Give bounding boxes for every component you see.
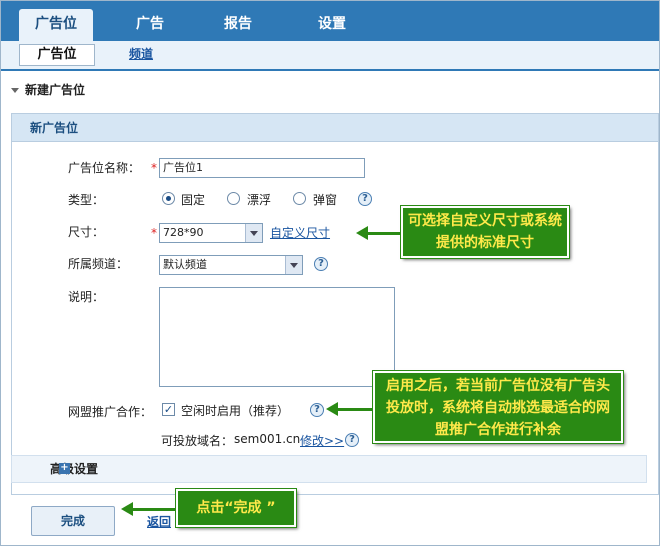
size-callout: 可选择自定义尺寸或系统提供的标准尺寸 [400,205,570,259]
domain-label: 可投放域名： [161,434,234,448]
type-help-icon[interactable]: ? [358,192,372,206]
advanced-settings-bar[interactable]: 高级设置 [11,455,647,483]
subtab-channels[interactable]: 频道 [113,44,169,66]
size-label: 尺寸： [68,225,105,239]
done-button[interactable]: 完成 [31,506,115,536]
app-frame: 广告位 广告 报告 设置 广告位 频道 新建广告位 新广告位 广告位名称： * … [0,0,660,546]
name-required-mark: * [151,161,157,175]
union-checkbox-label: 空闲时启用（推荐） [181,404,290,418]
union-callout: 启用之后，若当前广告位没有广告头投放时，系统将自动挑选最适合的网盟推广合作进行补… [372,370,624,444]
back-link[interactable]: 返回 [147,513,171,530]
expand-plus-icon[interactable]: + [59,463,70,474]
type-option-popup: 弹窗 [313,193,338,207]
size-select[interactable]: 728*90 [159,223,263,243]
type-label: 类型： [68,193,105,207]
type-option-fixed: 固定 [181,193,206,207]
type-radio-popup[interactable] [293,192,306,205]
union-help-icon[interactable]: ? [310,403,324,417]
union-label: 网盟推广合作： [68,405,153,419]
section-title[interactable]: 新建广告位 [11,81,85,98]
done-callout-arrow-line [132,508,176,511]
domain-help-icon[interactable]: ? [345,433,359,447]
name-input[interactable]: 广告位1 [159,158,365,178]
domain-value: sem001.cn [234,432,301,446]
type-radio-fixed[interactable] [162,192,175,205]
tab-ad-slots[interactable]: 广告位 [19,9,93,41]
top-nav: 广告位 广告 报告 设置 [1,1,659,41]
subtab-ad-slots[interactable]: 广告位 [19,44,95,66]
chevron-down-icon [245,224,262,242]
channel-help-icon[interactable]: ? [314,257,328,271]
custom-size-link[interactable]: 自定义尺寸 [270,224,330,241]
collapse-triangle-icon [11,88,19,93]
size-required-mark: * [151,226,157,240]
size-callout-arrow-line [367,232,401,235]
type-radio-float[interactable] [227,192,240,205]
domain-edit-link[interactable]: 修改>> [300,432,344,449]
channel-label: 所属频道： [68,257,129,271]
tab-ads[interactable]: 广告 [113,9,187,41]
section-title-text: 新建广告位 [25,83,86,97]
channel-select[interactable]: 默认频道 [159,255,303,275]
chevron-down-icon [285,256,302,274]
channel-select-value: 默认频道 [163,258,207,271]
union-checkbox[interactable]: ✓ [162,403,175,416]
panel-title: 新广告位 [12,114,658,142]
union-callout-arrow-line [337,408,373,411]
tab-settings[interactable]: 设置 [295,9,369,41]
description-label: 说明： [68,290,105,304]
sub-nav: 广告位 频道 [1,41,659,71]
description-textarea[interactable] [159,287,395,387]
name-label: 广告位名称： [68,161,141,175]
tab-reports[interactable]: 报告 [201,9,275,41]
type-option-float: 漂浮 [247,193,272,207]
done-callout: 点击“完成 ” [175,488,297,528]
size-select-value: 728*90 [163,226,204,239]
